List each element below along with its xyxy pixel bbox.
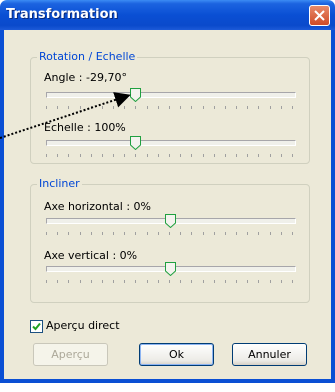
annotation-arrow <box>0 92 131 139</box>
